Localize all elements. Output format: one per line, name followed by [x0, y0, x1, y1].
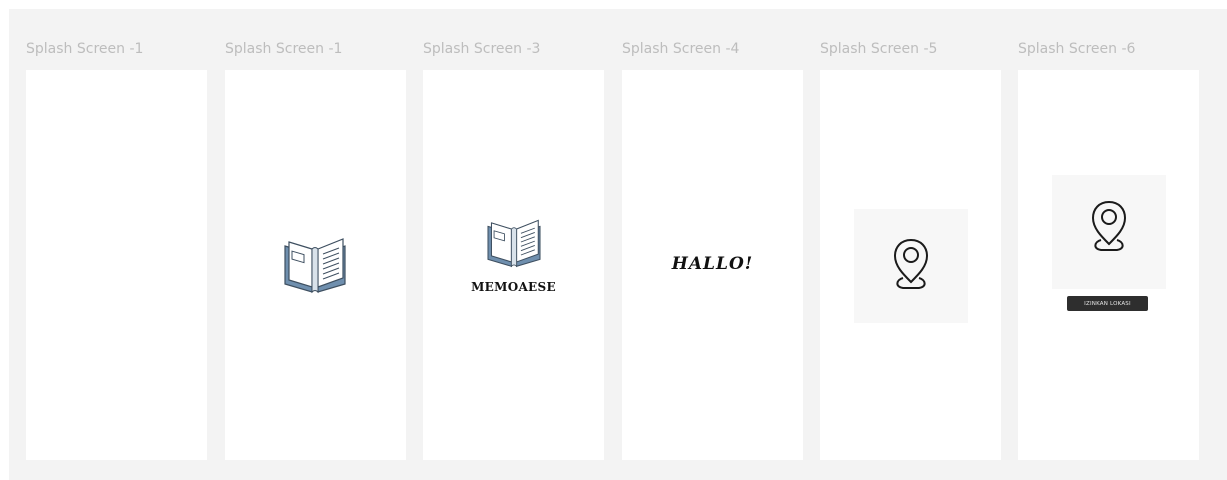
open-book-icon: [487, 219, 541, 268]
frame-label-4[interactable]: Splash Screen -4: [622, 41, 739, 57]
location-pin-icon: [893, 238, 929, 289]
app-wordmark: MEMOAESE: [471, 280, 556, 294]
frame-label-5[interactable]: Splash Screen -5: [820, 41, 937, 57]
splash-frame-1[interactable]: [26, 70, 207, 460]
location-pin-icon: [1091, 200, 1127, 251]
design-canvas: Splash Screen -1 Splash Screen -1 Splash…: [9, 9, 1227, 480]
icon-tile: [854, 209, 968, 323]
splash-frame-5[interactable]: [820, 70, 1001, 460]
splash-frame-2[interactable]: [225, 70, 406, 460]
splash-frame-6[interactable]: IZINKAN LOKASI: [1018, 70, 1199, 460]
greeting-wordmark: HALLO!: [671, 254, 754, 274]
splash-frame-3[interactable]: MEMOAESE: [423, 70, 604, 460]
frame-label-6[interactable]: Splash Screen -6: [1018, 41, 1135, 57]
frame-label-3[interactable]: Splash Screen -3: [423, 41, 540, 57]
frame-label-2[interactable]: Splash Screen -1: [225, 41, 342, 57]
frame-label-1[interactable]: Splash Screen -1: [26, 41, 143, 57]
open-book-icon: [284, 238, 346, 294]
icon-tile: [1052, 175, 1166, 289]
splash-frame-4[interactable]: HALLO!: [622, 70, 803, 460]
allow-location-button[interactable]: IZINKAN LOKASI: [1067, 296, 1148, 311]
